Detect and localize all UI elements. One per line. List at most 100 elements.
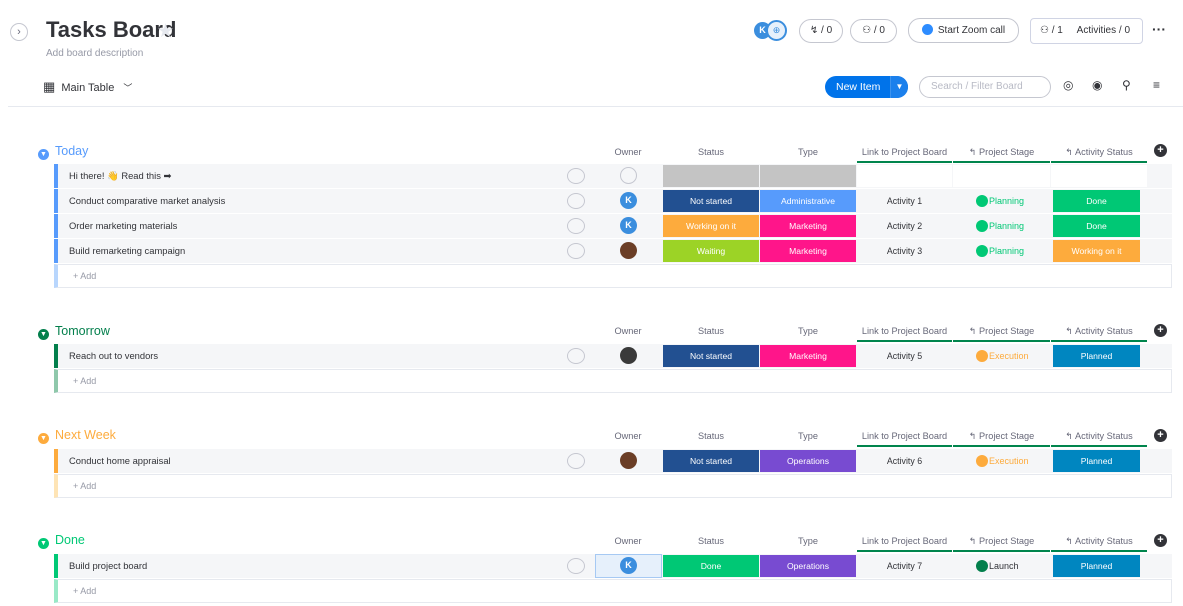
link-cell[interactable]: Activity 5 — [857, 345, 952, 367]
column-header-link[interactable]: Link to Project Board — [857, 534, 952, 548]
zoom-call-button[interactable]: Start Zoom call — [908, 18, 1019, 43]
column-header-link[interactable]: Link to Project Board — [857, 429, 952, 443]
owner-photo-avatar[interactable] — [620, 242, 637, 259]
add-column-icon[interactable]: + — [1154, 144, 1167, 157]
activity-cell[interactable]: Planned — [1053, 345, 1140, 367]
activity-cell[interactable]: Planned — [1053, 555, 1140, 577]
column-header-owner[interactable]: Owner — [612, 145, 644, 159]
link-cell[interactable]: Activity 1 — [857, 190, 952, 212]
add-item-row[interactable]: + Add — [54, 264, 1172, 288]
table-row[interactable]: Order marketing materials K Working on i… — [54, 214, 1172, 238]
type-cell[interactable]: Operations — [760, 555, 856, 577]
column-header-link[interactable]: Link to Project Board — [857, 324, 952, 338]
column-header-type[interactable]: Type — [760, 145, 856, 159]
status-cell[interactable]: Not started — [663, 450, 759, 472]
table-row[interactable]: Conduct comparative market analysis K No… — [54, 189, 1172, 213]
add-column-icon[interactable]: + — [1154, 534, 1167, 547]
stage-cell[interactable]: Planning — [953, 215, 1050, 237]
type-cell[interactable] — [760, 165, 856, 187]
chat-bubble-icon[interactable] — [567, 218, 585, 234]
column-header-activity[interactable]: ↰ Activity Status — [1051, 429, 1147, 443]
pin-icon[interactable]: ⚲ — [1122, 78, 1131, 92]
new-item-button[interactable]: New Item ▼ — [825, 76, 908, 98]
chat-bubble-icon[interactable] — [567, 558, 585, 574]
column-header-link[interactable]: Link to Project Board — [857, 145, 952, 159]
add-item-row[interactable]: + Add — [54, 579, 1172, 603]
stage-cell[interactable]: Launch — [953, 555, 1050, 577]
owner-avatar[interactable]: K — [620, 217, 637, 234]
invites-counter-button[interactable]: ↯ / 0 — [799, 19, 843, 43]
chat-bubble-icon[interactable] — [567, 348, 585, 364]
stage-cell[interactable] — [953, 165, 1050, 187]
owner-photo-avatar[interactable] — [620, 347, 637, 364]
status-cell[interactable]: Working on it — [663, 215, 759, 237]
type-cell[interactable]: Administrative — [760, 190, 856, 212]
table-row[interactable]: Build project board K Done Operations Ac… — [54, 554, 1172, 578]
activity-cell[interactable]: Working on it — [1053, 240, 1140, 262]
group-title-tomorrow[interactable]: ▼ Tomorrow — [38, 323, 110, 340]
activity-cell[interactable]: Done — [1053, 190, 1140, 212]
group-title-next-week[interactable]: ▼ Next Week — [38, 427, 116, 444]
column-header-status[interactable]: Status — [663, 429, 759, 443]
group-collapse-icon[interactable]: ▼ — [38, 433, 49, 444]
add-item-row[interactable]: + Add — [54, 369, 1172, 393]
chat-bubble-icon[interactable] — [567, 193, 585, 209]
stage-cell[interactable]: Planning — [953, 240, 1050, 262]
column-header-stage[interactable]: ↰ Project Stage — [953, 145, 1050, 159]
add-item-row[interactable]: + Add — [54, 474, 1172, 498]
group-title-done[interactable]: ▼ Done — [38, 532, 85, 549]
status-cell[interactable]: Done — [663, 555, 759, 577]
column-header-type[interactable]: Type — [760, 534, 856, 548]
table-row[interactable]: Build remarketing campaign Waiting Marke… — [54, 239, 1172, 263]
link-cell[interactable]: Activity 2 — [857, 215, 952, 237]
search-filter-input[interactable]: Search / Filter Board — [919, 76, 1051, 98]
link-cell[interactable] — [857, 165, 952, 187]
type-cell[interactable]: Operations — [760, 450, 856, 472]
empty-owner-avatar[interactable] — [620, 167, 637, 184]
activity-cell[interactable] — [1051, 165, 1147, 187]
column-header-status[interactable]: Status — [663, 534, 759, 548]
status-cell[interactable]: Not started — [663, 190, 759, 212]
link-cell[interactable]: Activity 7 — [857, 555, 952, 577]
type-cell[interactable]: Marketing — [760, 345, 856, 367]
column-header-activity[interactable]: ↰ Activity Status — [1051, 324, 1147, 338]
status-cell[interactable] — [663, 165, 759, 187]
column-header-owner[interactable]: Owner — [612, 429, 644, 443]
table-row[interactable]: Hi there! 👋 Read this ➡ — [54, 164, 1172, 188]
item-name[interactable]: Conduct comparative market analysis — [69, 189, 225, 213]
stage-cell[interactable]: Planning — [953, 190, 1050, 212]
column-header-stage[interactable]: ↰ Project Stage — [953, 324, 1050, 338]
column-header-status[interactable]: Status — [663, 324, 759, 338]
column-header-status[interactable]: Status — [663, 145, 759, 159]
owner-photo-avatar[interactable] — [620, 452, 637, 469]
chat-bubble-icon[interactable] — [567, 453, 585, 469]
column-header-type[interactable]: Type — [760, 324, 856, 338]
filter-sort-icon[interactable]: ≡ — [1153, 78, 1160, 92]
add-column-icon[interactable]: + — [1154, 324, 1167, 337]
members-activities-box[interactable]: ⚇ / 1 Activities / 0 — [1030, 18, 1143, 44]
column-header-owner[interactable]: Owner — [612, 534, 644, 548]
chat-bubble-icon[interactable] — [567, 243, 585, 259]
item-name[interactable]: Reach out to vendors — [69, 344, 158, 368]
add-column-icon[interactable]: + — [1154, 429, 1167, 442]
owner-avatar[interactable]: K — [620, 192, 637, 209]
group-collapse-icon[interactable]: ▼ — [38, 149, 49, 160]
column-header-activity[interactable]: ↰ Activity Status — [1051, 145, 1147, 159]
type-cell[interactable]: Marketing — [760, 215, 856, 237]
column-header-type[interactable]: Type — [760, 429, 856, 443]
activity-cell[interactable]: Done — [1053, 215, 1140, 237]
more-options-icon[interactable]: ··· — [1152, 21, 1166, 37]
chat-bubble-icon[interactable] — [567, 168, 585, 184]
column-header-stage[interactable]: ↰ Project Stage — [953, 534, 1050, 548]
eye-icon[interactable]: ◉ — [1092, 78, 1102, 92]
expand-sidebar-button[interactable]: › — [10, 23, 28, 41]
integrations-counter-button[interactable]: ⚇ / 0 — [850, 19, 897, 43]
group-collapse-icon[interactable]: ▼ — [38, 329, 49, 340]
status-cell[interactable]: Waiting — [663, 240, 759, 262]
group-collapse-icon[interactable]: ▼ — [38, 538, 49, 549]
table-row[interactable]: Conduct home appraisal Not started Opera… — [54, 449, 1172, 473]
link-cell[interactable]: Activity 3 — [857, 240, 952, 262]
item-name[interactable]: Build project board — [69, 554, 147, 578]
favorite-star-icon[interactable]: ★ — [157, 20, 174, 43]
owner-avatar[interactable]: K — [620, 557, 637, 574]
